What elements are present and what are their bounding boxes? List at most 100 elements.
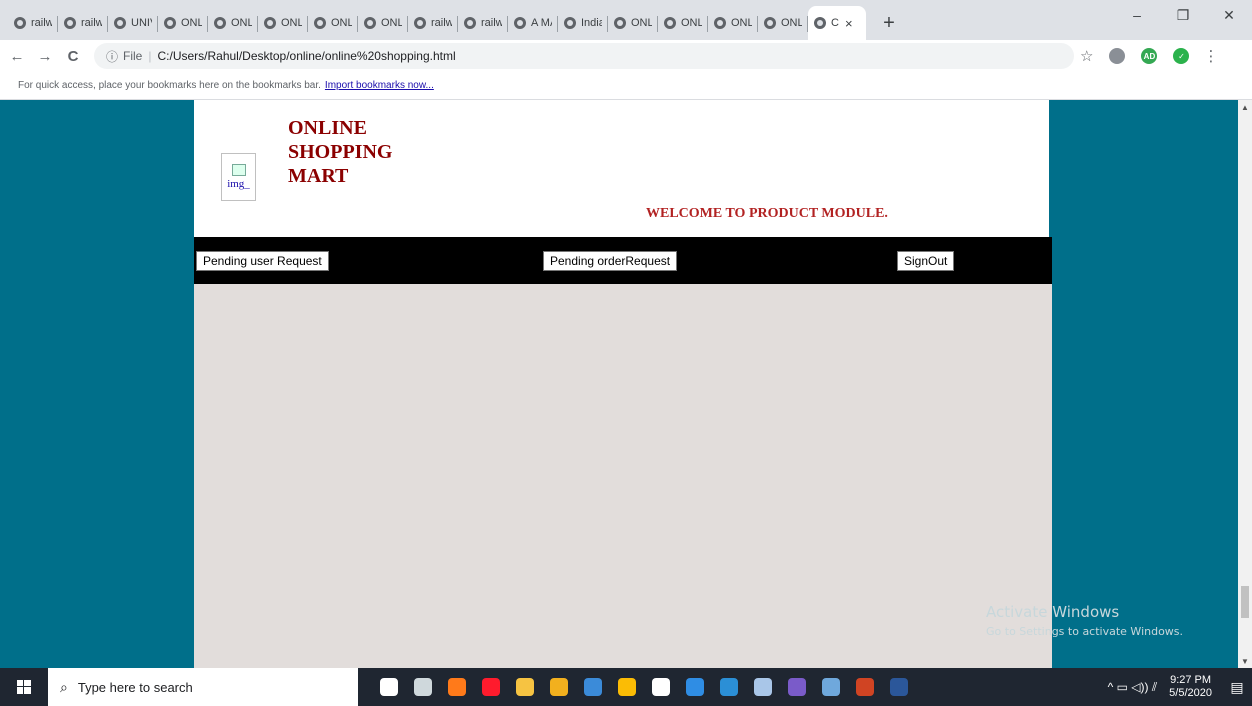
brand-line: MART bbox=[288, 165, 349, 187]
bookmarks-hint: For quick access, place your bookmarks h… bbox=[18, 80, 321, 91]
tab-strip: railw railw UNIV ONLI ONLI ONLI ONLI ONLI railw r… bbox=[0, 0, 1252, 40]
start-button[interactable] bbox=[0, 668, 48, 706]
adblock-icon[interactable] bbox=[1109, 48, 1126, 64]
import-bookmarks-link[interactable]: Import bookmarks now... bbox=[325, 80, 434, 91]
tab-label: railw bbox=[431, 17, 452, 29]
tab-label: UNIV bbox=[131, 17, 152, 29]
tab-label: ONLI bbox=[681, 17, 702, 29]
tab-label: railw bbox=[81, 17, 102, 29]
scroll-down-arrow-icon[interactable]: ▼ bbox=[1238, 654, 1252, 668]
tab-label: ONLI bbox=[381, 17, 402, 29]
clock-date: 5/5/2020 bbox=[1169, 687, 1212, 699]
browser-tab[interactable]: railw bbox=[8, 6, 58, 40]
windows-taskbar: ⌕ Type here to search ^ ▭ ◁)) ⫽ 9:27 PM … bbox=[0, 668, 1252, 706]
globe-icon bbox=[464, 17, 476, 29]
brave-icon[interactable] bbox=[780, 668, 814, 706]
globe-icon bbox=[564, 17, 576, 29]
chrome-icon[interactable] bbox=[610, 668, 644, 706]
opera-icon[interactable] bbox=[474, 668, 508, 706]
globe-icon bbox=[414, 17, 426, 29]
close-tab-icon[interactable]: × bbox=[845, 16, 853, 31]
browser-tab[interactable]: ONLI bbox=[208, 6, 258, 40]
globe-icon bbox=[764, 17, 776, 29]
browser-tab[interactable]: ONLI bbox=[708, 6, 758, 40]
browser-tab[interactable]: ONLI bbox=[158, 6, 208, 40]
task-view-icon[interactable] bbox=[406, 668, 440, 706]
brand-line: ONLINE bbox=[288, 117, 367, 139]
app-icon[interactable] bbox=[576, 668, 610, 706]
page-viewport: img_ ONLINE SHOPPING MART WELCOME TO PRO… bbox=[0, 100, 1252, 668]
maximize-button[interactable]: ❐ bbox=[1160, 0, 1206, 30]
globe-icon bbox=[614, 17, 626, 29]
pending-user-request-button[interactable]: Pending user Request bbox=[196, 251, 329, 271]
clock-time: 9:27 PM bbox=[1170, 674, 1212, 686]
forward-button[interactable]: → bbox=[34, 45, 56, 67]
photos-icon[interactable] bbox=[746, 668, 780, 706]
app2-icon[interactable] bbox=[814, 668, 848, 706]
bookmark-star-icon[interactable]: ☆ bbox=[1080, 47, 1093, 65]
browser-tab[interactable]: railw bbox=[408, 6, 458, 40]
browser-tab[interactable]: railw bbox=[58, 6, 108, 40]
cortana-icon[interactable] bbox=[372, 668, 406, 706]
globe-icon bbox=[214, 17, 226, 29]
scroll-thumb[interactable] bbox=[1241, 586, 1249, 619]
browser-tab[interactable]: ONLI bbox=[258, 6, 308, 40]
store-icon[interactable] bbox=[542, 668, 576, 706]
file-icon[interactable] bbox=[644, 668, 678, 706]
globe-icon bbox=[164, 17, 176, 29]
brand-line: SHOPPING bbox=[288, 141, 393, 163]
taskbar-clock[interactable]: 9:27 PM 5/5/2020 bbox=[1169, 674, 1212, 700]
close-window-button[interactable]: ✕ bbox=[1206, 0, 1252, 30]
new-tab-button[interactable]: + bbox=[874, 6, 904, 40]
logo-alt-text: img_ bbox=[227, 178, 250, 190]
globe-icon bbox=[664, 17, 676, 29]
notifications-icon[interactable]: ▤ bbox=[1222, 668, 1252, 706]
globe-icon bbox=[364, 17, 376, 29]
address-bar[interactable]: ⓘ File | C:/Users/Rahul/Desktop/online/o… bbox=[94, 43, 1074, 69]
logo-broken-image: img_ bbox=[221, 153, 256, 201]
browser-tab[interactable]: ONLI bbox=[658, 6, 708, 40]
signout-button[interactable]: SignOut bbox=[897, 251, 955, 271]
tab-label: ONLI bbox=[231, 17, 252, 29]
windows-logo-icon bbox=[17, 680, 31, 694]
shield-check-icon[interactable]: ✓ bbox=[1173, 48, 1190, 64]
taskbar-search-box[interactable]: ⌕ Type here to search bbox=[48, 668, 358, 706]
tab-label: A MA bbox=[531, 17, 552, 29]
profile-ad-icon[interactable]: AD bbox=[1141, 48, 1158, 64]
tray-icons[interactable]: ^ ▭ ◁)) ⫽ bbox=[1108, 680, 1158, 695]
address-url[interactable]: C:/Users/Rahul/Desktop/online/online%20s… bbox=[157, 49, 455, 63]
tab-label: ONLI bbox=[331, 17, 352, 29]
file-explorer-icon[interactable] bbox=[508, 668, 542, 706]
tab-label: ONLI bbox=[781, 17, 802, 29]
back-button[interactable]: ← bbox=[6, 45, 28, 67]
pending-order-request-button[interactable]: Pending orderRequest bbox=[543, 251, 678, 271]
edge-icon[interactable] bbox=[712, 668, 746, 706]
globe-icon bbox=[714, 17, 726, 29]
watermark-title: Activate Windows bbox=[986, 603, 1120, 621]
globe-icon bbox=[64, 17, 76, 29]
main-content-area bbox=[194, 284, 1052, 668]
tab-label: ONLI bbox=[181, 17, 202, 29]
menu-icon[interactable]: ⋮ bbox=[1203, 47, 1218, 65]
powerpoint-icon[interactable] bbox=[848, 668, 882, 706]
browser-tab[interactable]: railw bbox=[458, 6, 508, 40]
browser-tab[interactable]: ONLI bbox=[758, 6, 808, 40]
firefox-icon[interactable] bbox=[440, 668, 474, 706]
browser-tab[interactable]: ONLI bbox=[308, 6, 358, 40]
browser-tab[interactable]: ONLI bbox=[608, 6, 658, 40]
browser-tab[interactable]: UNIV bbox=[108, 6, 158, 40]
browser-tab[interactable]: A MA bbox=[508, 6, 558, 40]
broken-image-icon bbox=[231, 164, 246, 176]
globe-icon bbox=[264, 17, 276, 29]
scroll-up-arrow-icon[interactable]: ▲ bbox=[1238, 100, 1252, 114]
word-icon[interactable] bbox=[882, 668, 916, 706]
active-browser-tab[interactable]: C × bbox=[808, 6, 866, 40]
globe-icon bbox=[314, 17, 326, 29]
mail-icon[interactable] bbox=[678, 668, 712, 706]
info-icon[interactable]: ⓘ bbox=[106, 48, 118, 65]
browser-tab[interactable]: India bbox=[558, 6, 608, 40]
reload-button[interactable]: C bbox=[62, 45, 84, 67]
page-scrollbar[interactable]: ▲ ▼ bbox=[1238, 100, 1252, 668]
minimize-button[interactable]: – bbox=[1114, 0, 1160, 30]
browser-tab[interactable]: ONLI bbox=[358, 6, 408, 40]
